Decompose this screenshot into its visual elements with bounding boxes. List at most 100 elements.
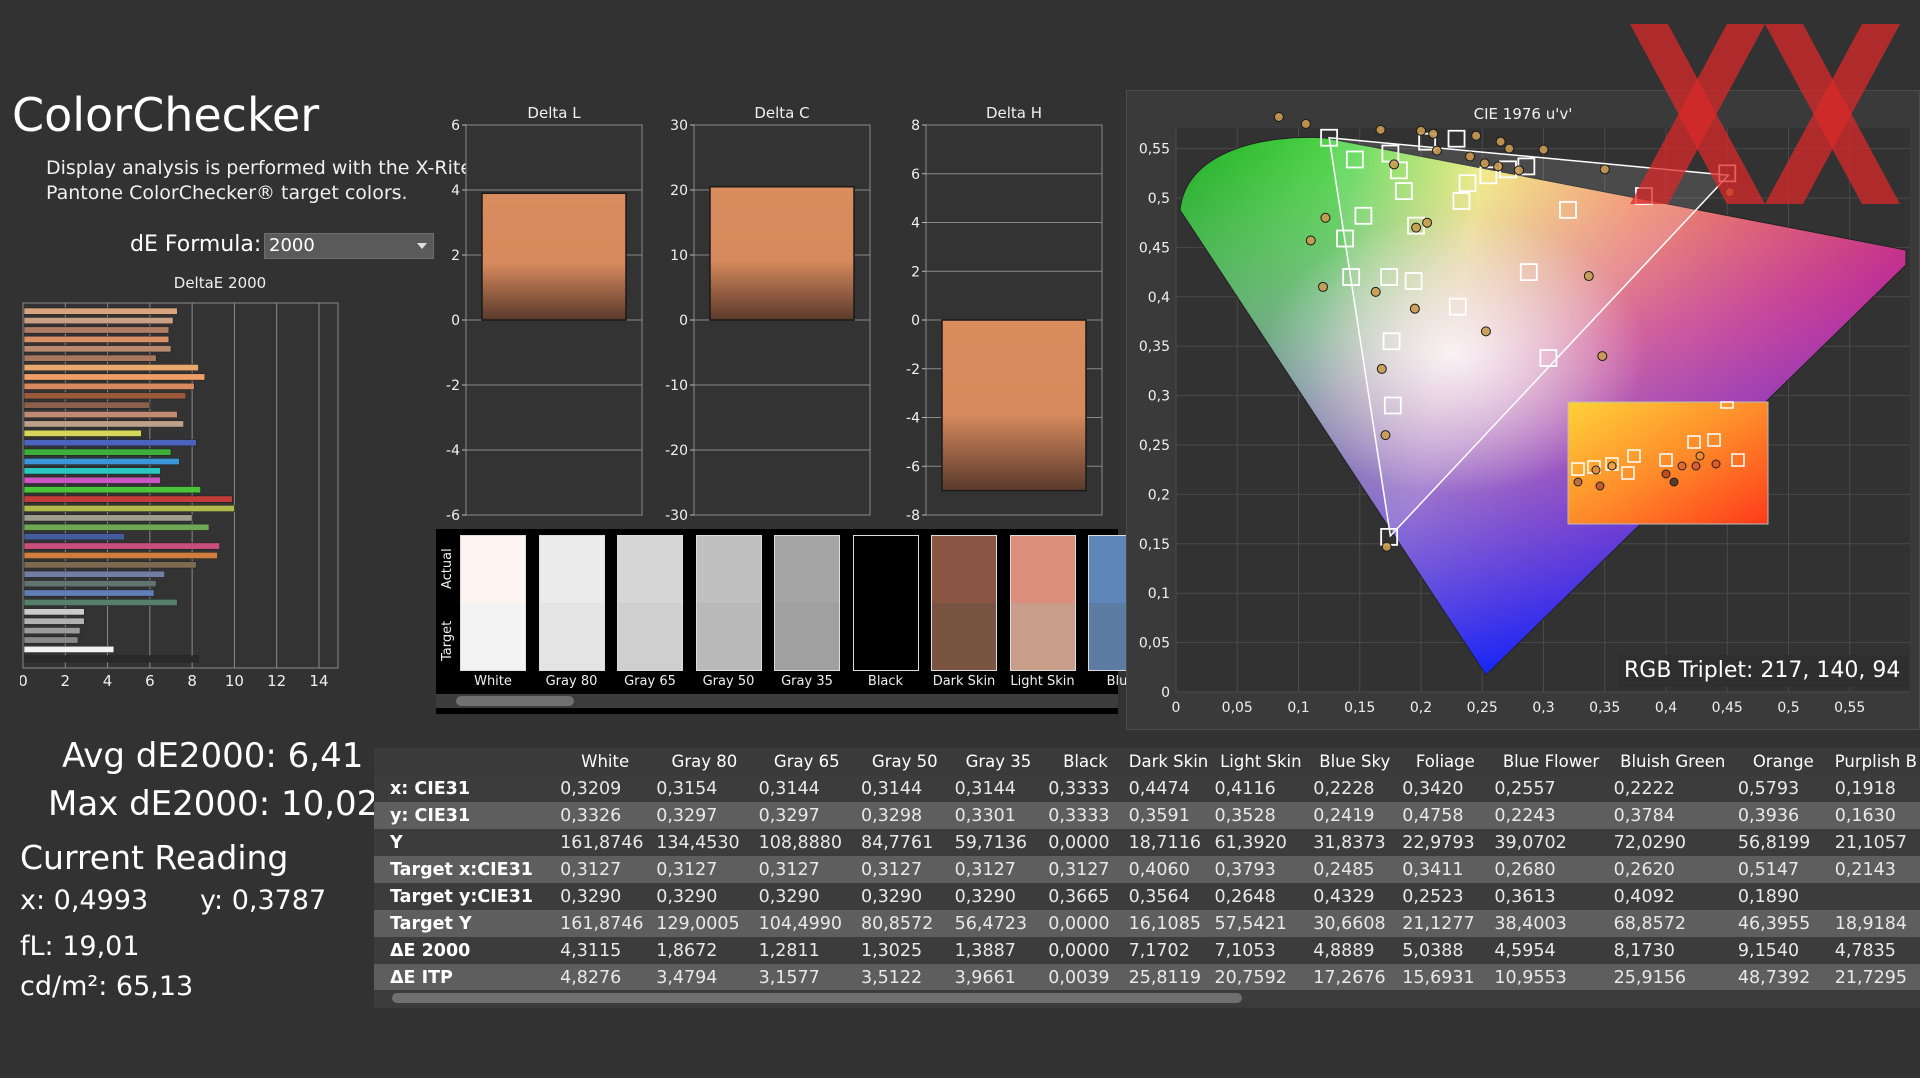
- column-header[interactable]: Bluish Green: [1610, 748, 1735, 775]
- table-cell: 0,3665: [1045, 883, 1126, 910]
- row-header: Target Y: [374, 910, 558, 937]
- table-cell: 0,5147: [1734, 856, 1832, 883]
- deltae-bar: [23, 486, 201, 494]
- actual-label: Actual: [440, 548, 455, 589]
- column-header[interactable]: Light Skin: [1211, 748, 1311, 775]
- table-cell: 39,0702: [1491, 829, 1611, 856]
- swatch-target: [775, 603, 839, 670]
- cie-measured-point: [1416, 125, 1426, 136]
- table-cell: 5,0388: [1399, 937, 1492, 964]
- column-header[interactable]: Gray 50: [857, 748, 952, 775]
- table-cell: 0,1630: [1831, 802, 1920, 829]
- deltae-bar: [23, 551, 218, 559]
- table-scrollbar-thumb[interactable]: [392, 993, 1242, 1003]
- delta-tick-label: 6: [451, 118, 460, 134]
- table-scrollbar[interactable]: [374, 990, 1920, 1006]
- cie-y-tick-label: 0,3: [1148, 389, 1170, 405]
- cie-y-tick-label: 0,45: [1139, 240, 1170, 256]
- inset-measured-point: [1677, 461, 1687, 471]
- deltae-chart: DeltaE 2000 0 2 4 6 8 10 12 14: [20, 274, 339, 690]
- color-swatch: [1009, 535, 1076, 671]
- current-reading-label: Current Reading: [20, 838, 289, 877]
- table-cell: 0,3144: [857, 775, 952, 802]
- deltae-bar: [23, 364, 199, 372]
- cie-y-tick-label: 0,5: [1148, 191, 1170, 207]
- column-header[interactable]: Blue Sky: [1310, 748, 1400, 775]
- swatch-actual: [853, 536, 918, 603]
- formula-select[interactable]: 2000: [264, 233, 434, 259]
- swatch-scrollbar[interactable]: [436, 694, 1118, 708]
- swatch-scrollbar-thumb[interactable]: [456, 696, 574, 706]
- deltae-bar: [23, 429, 142, 437]
- cie-measured-point: [1479, 158, 1490, 169]
- inset-measured-point: [1691, 461, 1701, 471]
- table-cell: 20,7592: [1211, 964, 1311, 991]
- cie-measured-point: [1493, 161, 1504, 172]
- table-cell: 0,2243: [1491, 802, 1611, 829]
- table-cell: 4,5954: [1491, 937, 1611, 964]
- table-cell: 57,5421: [1211, 910, 1311, 937]
- max-de: Max dE2000: 10,02: [48, 784, 379, 824]
- deltae-bar: [23, 645, 115, 653]
- deltae-bar: [23, 608, 85, 616]
- column-header[interactable]: Blue Flower: [1491, 748, 1611, 775]
- swatch-actual: [932, 536, 996, 603]
- table-cell: 0,5793: [1734, 775, 1832, 802]
- swatch-target: [696, 603, 761, 670]
- reading-y: y: 0,3787: [200, 885, 327, 916]
- table-row: Target x:CIE31 0,3127 0,3127 0,3127 0,3127 0,…: [374, 856, 1920, 883]
- table-cell: 0,3528: [1211, 802, 1311, 829]
- delta-tick-label: -8: [906, 508, 920, 524]
- table-row: ΔE 2000 4,3115 1,8672 1,2811 1,3025 1,3887 0,0…: [374, 937, 1920, 964]
- swatch-target: [1010, 603, 1075, 670]
- column-header[interactable]: White: [557, 748, 654, 775]
- deltae-bar: [23, 514, 193, 522]
- deltae-tick-label: 10: [225, 672, 244, 690]
- table-cell: 56,8199: [1734, 829, 1832, 856]
- table-cell: 0,3420: [1399, 775, 1492, 802]
- table-cell: 0,2523: [1399, 883, 1492, 910]
- table-cell: 0,3936: [1734, 802, 1832, 829]
- cie-measured-point: [1376, 363, 1387, 374]
- inset-measured-point: [1711, 459, 1721, 469]
- cie-measured-point: [1583, 271, 1594, 282]
- cie-measured-point: [1273, 111, 1284, 122]
- reading-fl: fL: 19,01: [20, 931, 140, 962]
- table-cell: 0,3290: [755, 883, 858, 910]
- deltae-tick-label: 14: [309, 672, 328, 690]
- table-cell: 0,3298: [857, 802, 952, 829]
- column-header[interactable]: Purplish B: [1831, 748, 1920, 775]
- column-header[interactable]: Gray 35: [951, 748, 1046, 775]
- table-cell: 0,3290: [857, 883, 952, 910]
- table-cell: 0,3127: [557, 856, 654, 883]
- column-header[interactable]: Orange: [1734, 748, 1832, 775]
- table-cell: 56,4723: [951, 910, 1046, 937]
- table-cell: 0,1918: [1831, 775, 1920, 802]
- cie-x-tick-label: 0,05: [1222, 700, 1253, 716]
- cie-measured-point: [1538, 144, 1549, 155]
- deltae-bar: [23, 636, 79, 644]
- column-header[interactable]: Gray 65: [755, 748, 858, 775]
- cie-measured-point: [1431, 145, 1442, 156]
- cie-x-tick-label: 0,35: [1589, 700, 1620, 716]
- deltae-tick-label: 8: [187, 672, 197, 690]
- cie-measured-point: [1465, 151, 1475, 162]
- column-header[interactable]: Black: [1045, 748, 1126, 775]
- table-cell: 161,8746: [557, 910, 654, 937]
- delta-tick-label: 6: [911, 167, 920, 183]
- cie-x-tick-label: 0,4: [1655, 700, 1677, 716]
- color-swatch: [931, 535, 997, 671]
- inset-measured-point: [1573, 477, 1583, 487]
- cie-measured-point: [1370, 286, 1381, 297]
- column-header[interactable]: Foliage: [1399, 748, 1492, 775]
- reading-cdm2: cd/m²: 65,13: [20, 971, 194, 1002]
- delta-tick-label: -10: [665, 378, 688, 394]
- table-cell: 16,1085: [1125, 910, 1212, 937]
- swatch-label: Gray 50: [702, 674, 755, 689]
- column-header[interactable]: Gray 80: [653, 748, 756, 775]
- table-cell: 0,3127: [653, 856, 756, 883]
- avg-de: Avg dE2000: 6,41: [62, 736, 364, 776]
- deltae-chart-title: DeltaE 2000: [174, 274, 266, 292]
- delta-bar: [709, 186, 855, 321]
- column-header[interactable]: Dark Skin: [1125, 748, 1212, 775]
